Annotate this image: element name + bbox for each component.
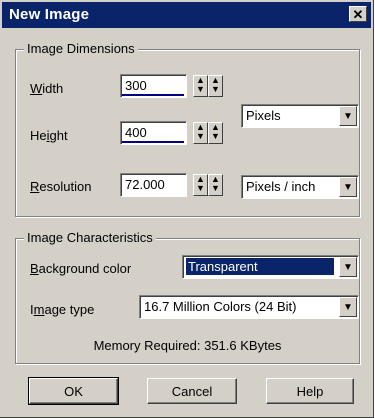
- width-spinner: ▲ ▼ ▲ ▼: [193, 75, 223, 97]
- chevron-down-icon[interactable]: ▼: [339, 297, 357, 317]
- height-label: Height: [30, 128, 68, 143]
- width-value: 300: [125, 78, 147, 93]
- background-color-value: Transparent: [186, 258, 334, 275]
- arrow-down-icon: ▼: [196, 183, 205, 193]
- close-button[interactable]: ✕: [349, 6, 367, 22]
- cancel-button[interactable]: Cancel: [147, 378, 237, 404]
- height-increase-button[interactable]: ▲ ▼: [193, 122, 208, 144]
- arrow-down-icon: ▼: [196, 131, 205, 141]
- width-increase-button[interactable]: ▲ ▼: [193, 75, 208, 97]
- height-value: 400: [125, 125, 147, 140]
- size-unit-value: Pixels: [246, 108, 281, 123]
- arrow-down-icon: ▼: [211, 84, 220, 94]
- height-spinner: ▲ ▼ ▲ ▼: [193, 122, 223, 144]
- resolution-unit-value: Pixels / inch: [246, 179, 316, 194]
- chevron-down-icon[interactable]: ▼: [339, 106, 357, 126]
- help-button[interactable]: Help: [266, 378, 354, 404]
- background-color-label: Background color: [30, 261, 132, 276]
- ok-button[interactable]: OK: [28, 377, 119, 405]
- image-characteristics-legend: Image Characteristics: [24, 230, 156, 245]
- size-unit-select[interactable]: Pixels ▼: [241, 104, 359, 128]
- resolution-decrease-button[interactable]: ▲ ▼: [208, 174, 223, 196]
- image-characteristics-group: Image Characteristics Background color T…: [15, 230, 360, 364]
- width-decrease-button[interactable]: ▲ ▼: [208, 75, 223, 97]
- arrow-down-icon: ▼: [211, 183, 220, 193]
- image-type-value: 16.7 Million Colors (24 Bit): [144, 299, 297, 314]
- memory-required-text: Memory Required: 351.6 KBytes: [93, 338, 282, 353]
- arrow-down-icon: ▼: [196, 84, 205, 94]
- height-input[interactable]: 400: [120, 121, 187, 145]
- title-bar[interactable]: New Image ✕: [2, 2, 371, 28]
- help-button-label: Help: [296, 383, 324, 399]
- image-type-select[interactable]: 16.7 Million Colors (24 Bit) ▼: [139, 295, 359, 319]
- chevron-down-icon[interactable]: ▼: [339, 257, 357, 277]
- cancel-button-label: Cancel: [171, 383, 213, 399]
- background-color-select[interactable]: Transparent ▼: [182, 255, 359, 279]
- resolution-increase-button[interactable]: ▲ ▼: [193, 174, 208, 196]
- height-decrease-button[interactable]: ▲ ▼: [208, 122, 223, 144]
- width-input[interactable]: 300: [120, 74, 187, 98]
- resolution-value: 72.000: [125, 177, 165, 192]
- resolution-unit-select[interactable]: Pixels / inch ▼: [241, 175, 359, 199]
- arrow-down-icon: ▼: [211, 131, 220, 141]
- dialog-title: New Image: [9, 6, 90, 23]
- ok-button-label: OK: [64, 383, 83, 399]
- resolution-label: Resolution: [30, 179, 92, 194]
- image-dimensions-legend: Image Dimensions: [24, 41, 138, 56]
- image-type-label: Image type: [30, 302, 95, 317]
- close-icon: ✕: [352, 6, 364, 22]
- resolution-spinner: ▲ ▼ ▲ ▼: [193, 174, 223, 196]
- new-image-dialog: New Image ✕ Image Dimensions Width 300 ▲…: [0, 0, 374, 418]
- resolution-input[interactable]: 72.000: [120, 173, 187, 197]
- image-dimensions-group: Image Dimensions Width 300 ▲ ▼ ▲ ▼ Pixels …: [15, 41, 360, 217]
- chevron-down-icon[interactable]: ▼: [339, 177, 357, 197]
- width-label: Width: [30, 81, 64, 96]
